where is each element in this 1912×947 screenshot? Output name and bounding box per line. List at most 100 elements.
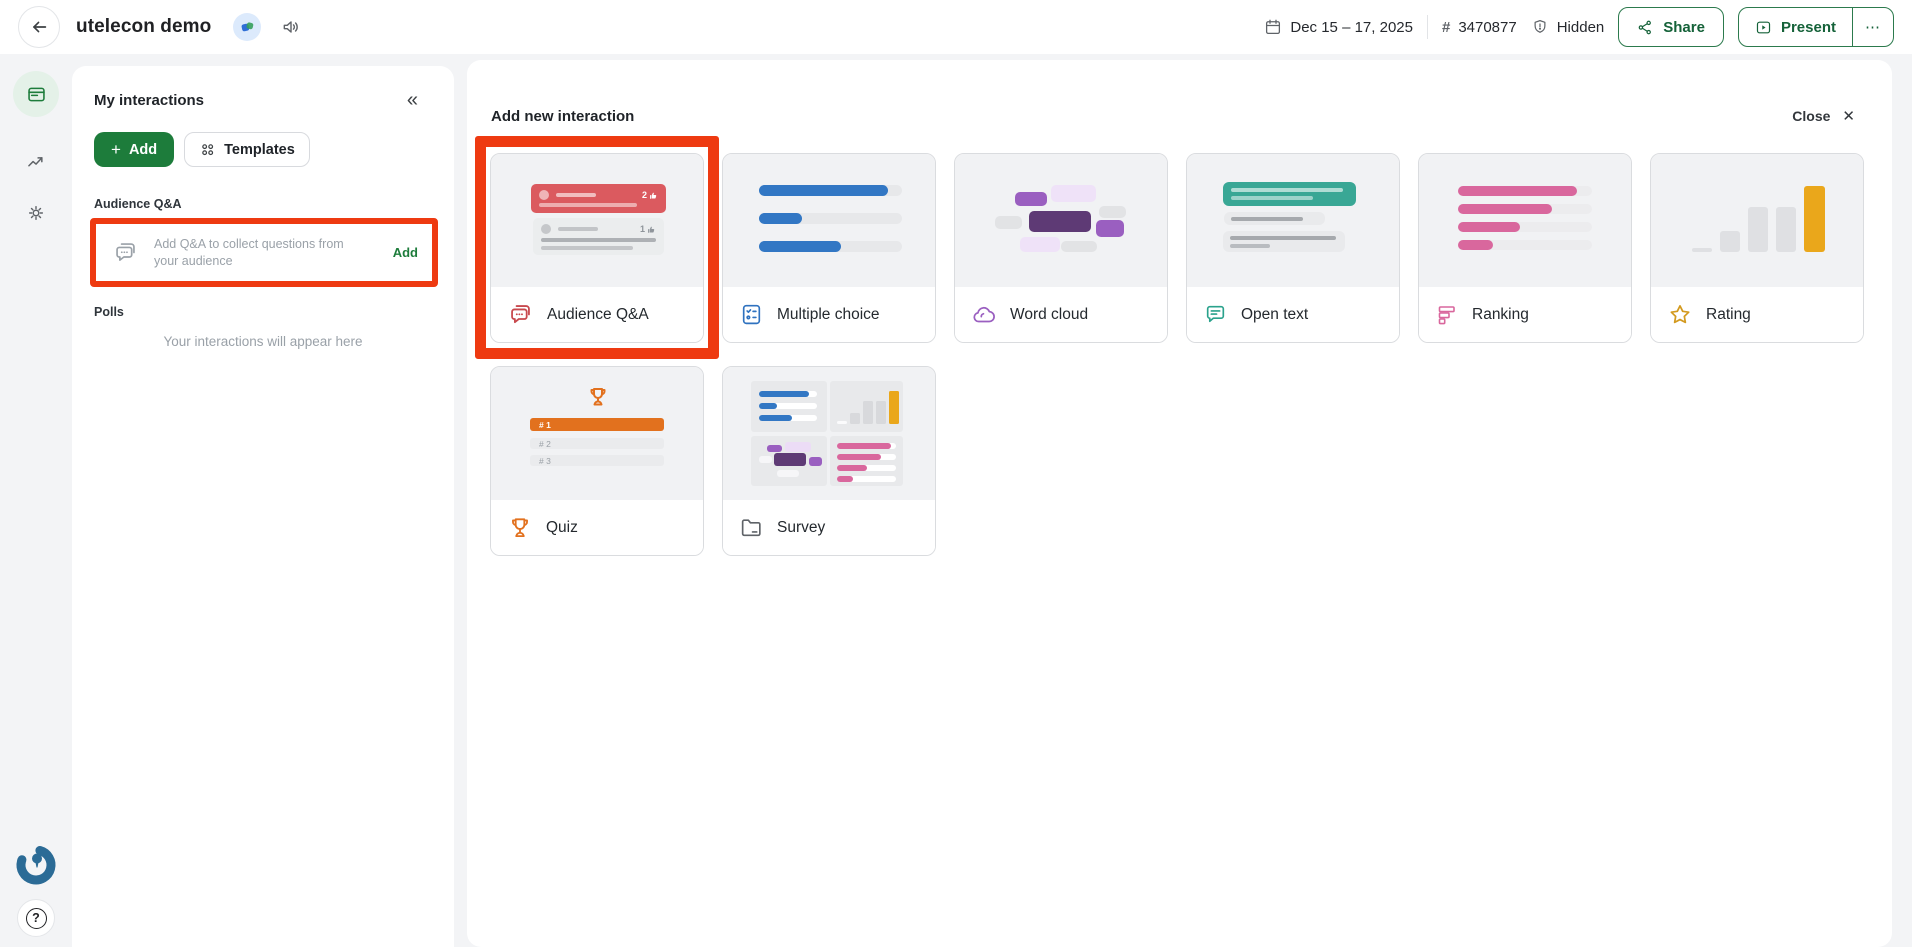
qa-vote-count-top: 2 [642,190,647,200]
add-label: Add [129,142,157,158]
close-panel-button[interactable]: Close ✕ [1792,107,1855,125]
collapse-sidebar-icon[interactable]: « [407,90,418,110]
tile-label: Multiple choice [777,306,880,324]
survey-illustration [723,367,935,500]
add-interaction-button[interactable]: + Add [94,132,174,167]
multiple-choice-icon [739,302,764,327]
rail-item-editor[interactable] [13,71,59,117]
hash-icon: # [1442,19,1450,36]
quiz-rank-3: # 3 [539,456,551,466]
date-range-control[interactable]: Dec 15 – 17, 2025 [1264,18,1413,36]
qa-add-row-annotated[interactable]: Add Q&A to collect questions from your a… [90,218,438,287]
voting-code-control[interactable]: # 3470877 [1442,19,1517,36]
tile-label: Word cloud [1010,306,1088,324]
app-logo-icon [239,19,256,36]
audience-qa-icon [507,301,534,328]
present-more-button[interactable]: ⋯ [1852,8,1893,46]
rail-bottom-group: ? [0,841,72,937]
qa-section-label: Audience Q&A [72,197,454,211]
share-button[interactable]: Share [1618,7,1724,47]
tile-open-text[interactable]: Open text [1186,153,1400,343]
voting-code: 3470877 [1458,19,1516,36]
templates-button[interactable]: Templates [184,132,310,167]
present-button[interactable]: Present [1739,8,1852,46]
star-icon [1667,302,1693,328]
tile-survey[interactable]: Survey [722,366,936,556]
shield-icon [1531,18,1549,36]
tile-quiz[interactable]: # 1 # 2 # 3 Quiz [490,366,704,556]
ranking-icon [1435,303,1459,327]
tile-rating[interactable]: Rating [1650,153,1864,343]
tile-label: Survey [777,519,825,537]
megaphone-icon [281,17,301,37]
tile-label: Quiz [546,519,578,537]
quiz-rank-2: # 2 [539,439,551,449]
utelecon-logo [13,841,59,887]
trending-up-icon [26,152,46,172]
left-rail: ? [0,54,72,947]
word-cloud-icon [971,302,997,328]
qa-add-link[interactable]: Add [393,245,418,260]
quiz-rank-1: # 1 [539,420,551,430]
rail-item-settings[interactable] [13,190,59,236]
interaction-tile-grid: 2 1 [490,153,1868,556]
qa-bubbles-icon [112,239,139,266]
plus-icon: + [111,140,121,160]
word-cloud-illustration [955,154,1167,287]
close-label: Close [1792,108,1830,124]
tile-multiple-choice[interactable]: Multiple choice [722,153,936,343]
templates-label: Templates [224,142,295,158]
rail-item-results[interactable] [13,139,59,185]
tile-label: Open text [1241,306,1308,324]
back-button[interactable] [18,6,60,48]
topbar-right-group: Dec 15 – 17, 2025 # 3470877 Hidden Share [1264,7,1894,47]
grid-dots-icon [199,141,216,158]
share-label: Share [1663,19,1705,36]
thumbs-up-icon [647,225,656,234]
presentation-title: utelecon demo [76,16,211,38]
question-mark-icon: ? [26,908,47,929]
qa-vote-count-bottom: 1 [640,224,645,234]
top-bar: utelecon demo Dec 15 – 17, 2025 # 347087… [0,0,1912,54]
multiple-choice-illustration [723,154,935,287]
interactions-sidebar: My interactions « + Add Templates Audien… [72,66,454,947]
rating-illustration [1651,154,1863,287]
tile-ranking[interactable]: Ranking [1418,153,1632,343]
thumbs-up-icon [649,191,658,200]
tile-word-cloud[interactable]: Word cloud [954,153,1168,343]
quiz-illustration: # 1 # 2 # 3 [491,367,703,500]
present-label: Present [1781,19,1836,36]
integration-badge[interactable] [233,13,261,41]
gear-icon [26,203,46,223]
help-button[interactable]: ? [17,899,55,937]
ellipsis-icon: ⋯ [1865,18,1881,36]
tile-label: Rating [1706,306,1751,324]
visibility-control[interactable]: Hidden [1531,18,1605,36]
divider [1427,15,1428,39]
sidebar-header: My interactions « [72,66,454,110]
trophy-icon [586,385,610,409]
empty-interactions-message: Your interactions will appear here [72,334,454,349]
panel-header: Add new interaction Close ✕ [490,107,1868,125]
panel-title: Add new interaction [491,108,634,125]
visibility-status: Hidden [1557,19,1605,36]
tile-label: Audience Q&A [547,306,649,324]
audience-qa-illustration: 2 1 [491,154,703,287]
polls-section-label: Polls [72,305,454,319]
close-icon: ✕ [1842,107,1855,125]
folder-icon [739,515,764,540]
slides-editor-icon [26,84,47,105]
share-nodes-icon [1637,19,1654,36]
date-range: Dec 15 – 17, 2025 [1290,19,1413,36]
tile-label: Ranking [1472,306,1529,324]
tile-audience-qa[interactable]: 2 1 [490,153,704,343]
open-text-icon [1203,302,1228,327]
announce-button[interactable] [281,17,301,37]
ranking-illustration [1419,154,1631,287]
tile-audience-qa-wrap: 2 1 [490,153,704,343]
arrow-left-icon [28,16,50,38]
present-play-icon [1755,19,1772,36]
add-interaction-panel: Add new interaction Close ✕ 2 [467,60,1892,947]
calendar-icon [1264,18,1282,36]
trophy-icon [507,515,533,541]
